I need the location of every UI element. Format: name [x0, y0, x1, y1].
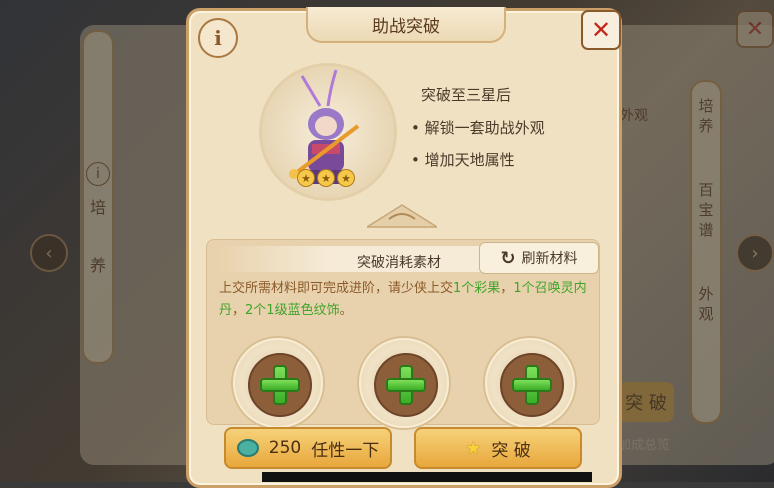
- breakthrough-dialog: 助战突破 i ✕ ★ ★ ★ 突破至三星后 • 解锁一套助战外观 • 增加天地属…: [186, 7, 622, 488]
- subtitle-bar: [262, 472, 592, 482]
- materials-section: 突破消耗素材 ↻ 刷新材料 上交所需材料即可完成进阶，请少侠上交1个彩果，1个召…: [206, 239, 600, 428]
- slot-well: [248, 353, 312, 417]
- close-button[interactable]: ✕: [581, 10, 621, 50]
- breakthrough-button[interactable]: ★ 突 破: [414, 427, 582, 469]
- breakthrough-heading: 突破至三星后: [421, 86, 512, 104]
- jade-currency-icon: [236, 439, 259, 457]
- star-icon: ★: [337, 169, 355, 187]
- slot-well: [500, 353, 564, 417]
- bonus-item: • 解锁一套助战外观: [411, 119, 545, 137]
- add-icon: [512, 365, 552, 405]
- desc-separator: ，: [500, 281, 514, 296]
- materials-description: 上交所需材料即可完成进阶，请少侠上交1个彩果，1个召唤灵内丹，2个1级蓝色纹饰。: [219, 278, 587, 322]
- star-icon: ★: [317, 169, 335, 187]
- material-name: 1个彩果: [453, 281, 501, 296]
- dialog-title: 助战突破: [306, 7, 506, 43]
- desc-prefix: 上交所需材料即可完成进阶，请少侠上交: [219, 281, 454, 296]
- ornament-divider-icon: [367, 204, 437, 228]
- star-rating: ★ ★ ★: [297, 169, 355, 187]
- star-icon: ★: [465, 437, 482, 459]
- material-slot-1[interactable]: [233, 338, 323, 428]
- material-slot-3[interactable]: [485, 338, 575, 428]
- add-icon: [260, 365, 300, 405]
- slot-well: [374, 353, 438, 417]
- instant-complete-button[interactable]: 250 任性一下: [224, 427, 392, 469]
- desc-suffix: 。: [339, 303, 353, 318]
- refresh-materials-button[interactable]: ↻ 刷新材料: [479, 242, 599, 274]
- refresh-icon: ↻: [500, 247, 516, 269]
- cost-label: 任性一下: [311, 440, 380, 461]
- cost-value: 250: [268, 438, 302, 458]
- info-button[interactable]: i: [198, 18, 238, 58]
- add-icon: [386, 365, 426, 405]
- breakthrough-label: 突 破: [491, 440, 531, 461]
- materials-title: 突破消耗素材: [357, 255, 441, 271]
- material-name: 2个1级蓝色纹饰: [245, 303, 340, 318]
- bonus-item: • 增加天地属性: [411, 151, 515, 169]
- material-slot-2[interactable]: [359, 338, 449, 428]
- refresh-label: 刷新材料: [521, 251, 578, 267]
- star-icon: ★: [297, 169, 315, 187]
- desc-separator: ，: [232, 303, 246, 318]
